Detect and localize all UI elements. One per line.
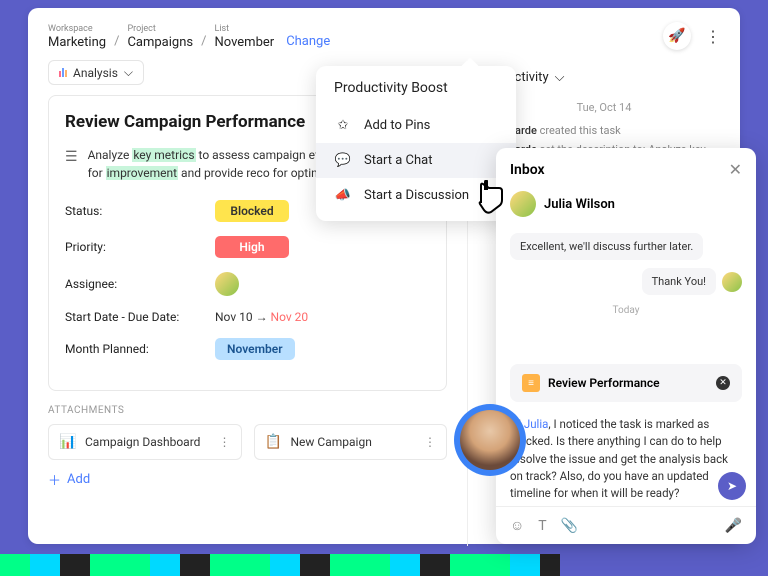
month-field: Month Planned: November	[65, 338, 430, 360]
activity-date: Tue, Oct 14	[488, 101, 720, 114]
breadcrumb-list[interactable]: List November	[214, 24, 274, 50]
activity-filter[interactable]: All Activity ⌵	[488, 70, 720, 85]
assignee-avatar[interactable]	[215, 272, 239, 296]
chevron-down-icon: ⌵	[124, 65, 133, 80]
megaphone-icon: 📣	[334, 188, 352, 203]
breadcrumb-project[interactable]: Project Campaigns	[127, 24, 193, 50]
glitch-bar	[0, 554, 560, 576]
sender-avatar	[722, 272, 742, 292]
incoming-message: Excellent, we'll discuss further later.	[510, 233, 703, 260]
rocket-button[interactable]: 🚀	[663, 22, 691, 50]
pin-icon: ✩	[334, 118, 352, 133]
breadcrumb: Workspace Marketing / Project Campaigns …	[28, 8, 740, 60]
chat-day-divider: Today	[510, 305, 742, 316]
compose-toolbar: ☺ T 📎 🎤	[496, 506, 756, 544]
start-chat-item[interactable]: 💬 Start a Chat	[316, 143, 516, 178]
more-icon[interactable]: ⋮	[705, 27, 720, 46]
inbox-user[interactable]: Julia Wilson	[496, 191, 756, 227]
change-link[interactable]: Change	[286, 34, 330, 50]
plus-icon: ＋	[48, 470, 61, 489]
chart-icon: 📊	[59, 433, 77, 451]
floating-avatar[interactable]	[454, 404, 526, 476]
chat-messages: Excellent, we'll discuss further later. …	[496, 227, 756, 506]
add-to-pins-item[interactable]: ✩ Add to Pins	[316, 108, 516, 143]
text-format-icon[interactable]: T	[538, 518, 546, 534]
breadcrumb-workspace[interactable]: Workspace Marketing	[48, 24, 106, 50]
attachment-item[interactable]: 📊 Campaign Dashboard ⋮	[48, 424, 242, 460]
bars-icon	[59, 68, 67, 77]
status-badge[interactable]: Blocked	[215, 200, 289, 222]
compose-text[interactable]: Hi Julia, I noticed the task is marked a…	[510, 416, 742, 502]
attachment-item[interactable]: 📋 New Campaign ⋮	[254, 424, 448, 460]
analysis-dropdown[interactable]: Analysis ⌵	[48, 60, 144, 85]
emoji-icon[interactable]: ☺	[510, 517, 524, 534]
mention: Julia	[524, 417, 549, 431]
close-icon[interactable]: ✕	[729, 160, 742, 179]
description-icon: ☰	[65, 147, 78, 182]
dropdown-title: Productivity Boost	[316, 80, 516, 108]
pointer-cursor-icon	[475, 180, 507, 223]
month-badge[interactable]: November	[215, 338, 295, 360]
add-attachment-button[interactable]: ＋ Add	[48, 470, 447, 489]
dates-field: Start Date - Due Date: Nov 10 → Nov 20	[65, 310, 430, 324]
attachment-icon[interactable]: 📎	[561, 518, 578, 534]
inbox-panel: Inbox ✕ Julia Wilson Excellent, we'll di…	[496, 148, 756, 544]
outgoing-message: Thank You!	[642, 268, 716, 295]
priority-badge[interactable]: High	[215, 236, 289, 258]
microphone-icon[interactable]: 🎤	[725, 518, 742, 534]
activity-entry: d Lagarde created this task	[488, 124, 720, 137]
task-reference-chip[interactable]: ≡ Review Performance ✕	[510, 364, 742, 402]
chat-icon: 💬	[334, 153, 352, 168]
more-icon[interactable]: ⋮	[424, 435, 436, 449]
assignee-field: Assignee:	[65, 272, 430, 296]
user-avatar	[510, 191, 536, 217]
clipboard-icon: 📋	[265, 433, 283, 451]
attachments-header: ATTACHMENTS	[48, 405, 447, 416]
chevron-down-icon: ⌵	[555, 70, 565, 85]
clipboard-icon: ≡	[522, 374, 540, 392]
inbox-title: Inbox	[510, 162, 545, 178]
priority-field: Priority: High	[65, 236, 430, 258]
remove-chip-icon[interactable]: ✕	[716, 376, 730, 390]
more-icon[interactable]: ⋮	[219, 435, 231, 449]
send-button[interactable]: ➤	[718, 472, 746, 500]
